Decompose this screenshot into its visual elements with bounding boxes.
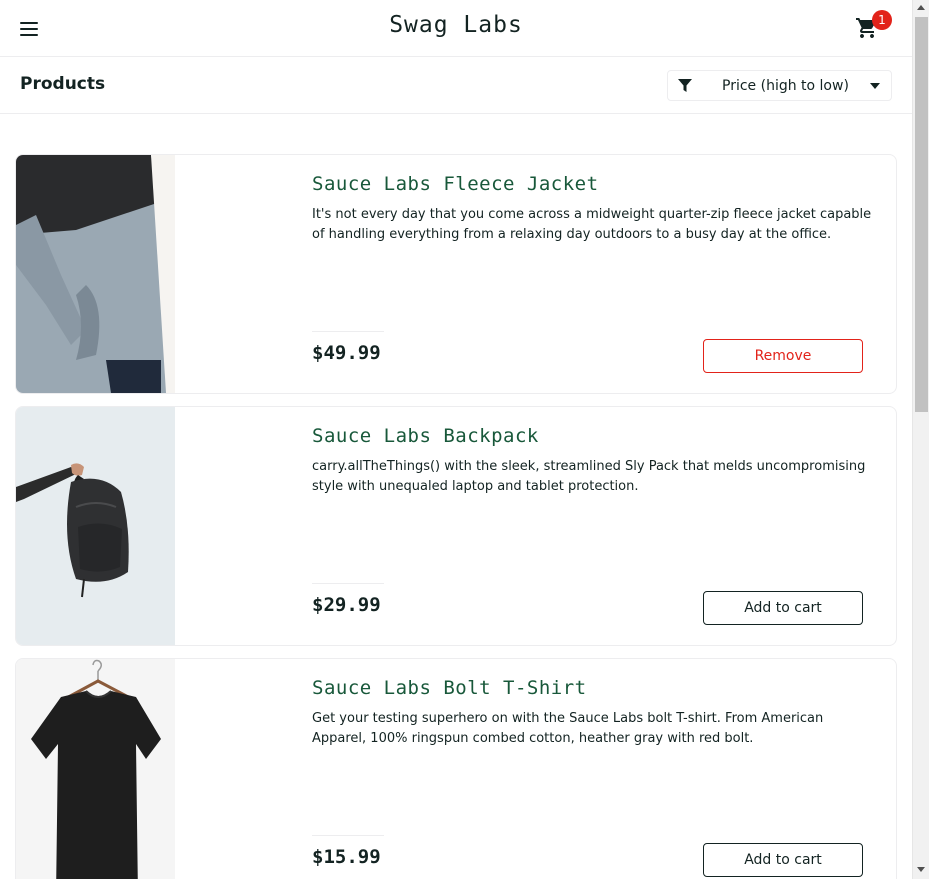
price-divider <box>312 331 384 332</box>
scroll-down-arrow-icon[interactable] <box>917 867 925 872</box>
item-description: Get your testing superhero on with the S… <box>312 711 824 746</box>
page-title: Products <box>20 74 106 94</box>
add-to-cart-button[interactable]: Add to cart <box>703 591 863 625</box>
filter-funnel-icon <box>678 79 692 92</box>
vertical-scrollbar[interactable] <box>912 0 929 879</box>
backpack-image[interactable] <box>16 407 175 645</box>
inventory-item: Sauce Labs Bolt T-Shirt Get your testing… <box>15 658 897 879</box>
app-logo: Swag Labs <box>389 12 523 38</box>
item-price: $49.99 <box>312 342 381 364</box>
cart-count-badge: 1 <box>872 10 892 30</box>
item-price: $15.99 <box>312 846 381 868</box>
sort-selected-label: Price (high to low) <box>722 78 849 94</box>
inventory-item: Sauce Labs Fleece Jacket It's not every … <box>15 154 897 394</box>
remove-button[interactable]: Remove <box>703 339 863 373</box>
bolt-tshirt-image[interactable] <box>16 659 175 879</box>
item-description: carry.allTheThings() with the sleek, str… <box>312 459 866 494</box>
products-subheader: Products Price (high to low) <box>0 57 912 114</box>
price-divider <box>312 583 384 584</box>
scroll-up-arrow-icon[interactable] <box>917 5 925 10</box>
fleece-jacket-image[interactable] <box>16 155 175 393</box>
add-to-cart-button[interactable]: Add to cart <box>703 843 863 877</box>
inventory-item: Sauce Labs Backpack carry.allTheThings()… <box>15 406 897 646</box>
chevron-down-icon <box>870 83 880 89</box>
item-description: It's not every day that you come across … <box>312 207 872 242</box>
scrollbar-thumb[interactable] <box>915 17 928 412</box>
shopping-cart-button[interactable]: 1 <box>855 10 892 44</box>
item-name-link[interactable]: Sauce Labs Backpack <box>312 425 539 447</box>
item-price: $29.99 <box>312 594 381 616</box>
inventory-page: Swag Labs 1 Products Price (high to low) <box>0 0 912 879</box>
app-header: Swag Labs 1 <box>0 0 912 57</box>
sort-select[interactable]: Price (high to low) <box>667 70 892 101</box>
item-name-link[interactable]: Sauce Labs Bolt T-Shirt <box>312 677 587 699</box>
item-name-link[interactable]: Sauce Labs Fleece Jacket <box>312 173 599 195</box>
price-divider <box>312 835 384 836</box>
